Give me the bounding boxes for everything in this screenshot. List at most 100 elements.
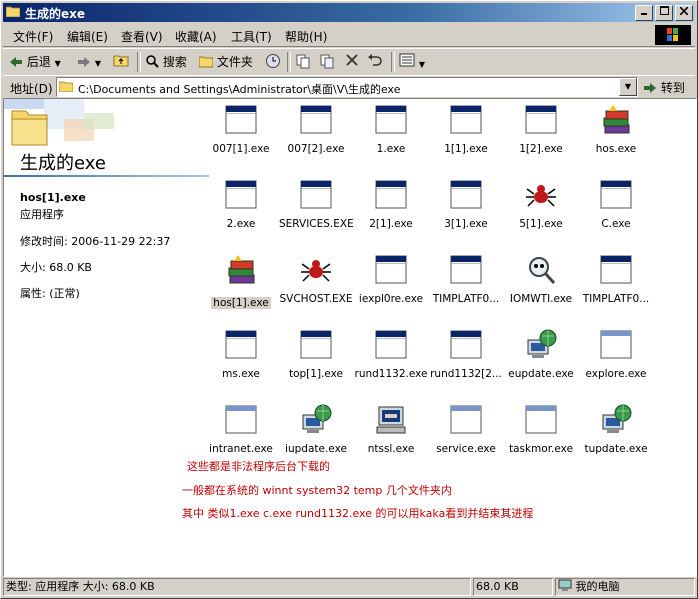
books-icon <box>224 253 258 287</box>
file-item[interactable]: tupdate.exe <box>579 403 653 455</box>
file-item[interactable]: intranet.exe <box>204 403 278 455</box>
address-input[interactable]: C:\Documents and Settings\Administrator\… <box>56 77 638 97</box>
file-item[interactable]: 007[1].exe <box>204 103 278 155</box>
address-dropdown-button[interactable]: ▼ <box>619 78 637 96</box>
copy-to-button[interactable] <box>319 53 335 71</box>
file-name-label: service.exe <box>436 443 496 455</box>
folders-icon <box>198 56 214 68</box>
menu-file[interactable]: 文件(F) <box>13 28 53 45</box>
search-button[interactable]: 搜索 <box>145 53 187 71</box>
file-item[interactable]: SERVICES.EXE <box>279 178 354 230</box>
maximize-button[interactable] <box>655 5 673 21</box>
file-item[interactable]: service.exe <box>429 403 503 455</box>
window-app-icon <box>599 178 633 212</box>
file-item[interactable]: 1.exe <box>354 103 428 155</box>
title-underline <box>4 175 209 177</box>
file-item[interactable]: TIMPLATF0... <box>429 253 503 305</box>
file-item[interactable]: 5[1].exe <box>504 178 578 230</box>
file-item[interactable]: IOMWTI.exe <box>504 253 578 305</box>
forward-button[interactable]: ▼ <box>77 53 101 71</box>
minimize-button[interactable] <box>635 5 653 21</box>
file-name-label: 5[1].exe <box>519 218 563 230</box>
window-app-icon <box>449 253 483 287</box>
my-computer-icon <box>558 579 572 591</box>
back-button[interactable]: 后退 ▼ <box>9 53 61 71</box>
file-name-label: tupdate.exe <box>584 443 648 455</box>
window-app-icon <box>224 328 258 362</box>
window-title: 生成的exe <box>25 7 86 21</box>
selected-file-size: 大小: 68.0 KB <box>20 261 92 274</box>
file-item[interactable]: ntssl.exe <box>354 403 428 455</box>
file-item[interactable]: 2.exe <box>204 178 278 230</box>
file-item[interactable]: SVCHOST.EXE <box>279 253 353 305</box>
toolbar-separator <box>137 52 141 72</box>
file-item[interactable]: 007[2].exe <box>279 103 353 155</box>
up-folder-button[interactable] <box>113 53 129 71</box>
folder-title: 生成的exe <box>20 153 106 174</box>
file-name-label: 2.exe <box>226 218 256 230</box>
status-location: 我的电脑 <box>555 578 695 596</box>
history-button[interactable] <box>265 53 281 71</box>
file-item[interactable]: iexpl0re.exe <box>354 253 428 305</box>
file-item[interactable]: TIMPLATF0... <box>579 253 653 305</box>
file-name-label: ntssl.exe <box>367 443 415 455</box>
note-line-3: 其中 类似1.exe c.exe rund1132.exe 的可以用kaka看到… <box>182 507 534 520</box>
file-item[interactable]: 1[1].exe <box>429 103 503 155</box>
selected-file-name: hos[1].exe <box>20 191 86 204</box>
close-button[interactable] <box>675 5 693 21</box>
file-name-label: taskmor.exe <box>508 443 574 455</box>
move-to-icon <box>296 54 310 69</box>
menu-favorites[interactable]: 收藏(A) <box>175 28 217 45</box>
file-name-label: explore.exe <box>585 368 647 380</box>
title-bar[interactable]: 生成的exe <box>3 3 695 22</box>
file-item[interactable]: 1[2].exe <box>504 103 578 155</box>
file-name-label: TIMPLATF0... <box>582 293 650 305</box>
file-item[interactable]: 2[1].exe <box>354 178 428 230</box>
file-item[interactable]: eupdate.exe <box>504 328 578 380</box>
file-item[interactable]: rund1132[2... <box>429 328 503 380</box>
menu-edit[interactable]: 编辑(E) <box>67 28 108 45</box>
file-item[interactable]: hos.exe <box>579 103 653 155</box>
search-label: 搜索 <box>162 55 187 69</box>
window-app-icon <box>224 178 258 212</box>
file-item[interactable]: rund1132.exe <box>354 328 428 380</box>
file-item[interactable]: hos[1].exe <box>204 253 278 309</box>
folder-icon <box>6 6 20 17</box>
selected-file-type: 应用程序 <box>20 208 64 221</box>
file-name-label: rund1132.exe <box>354 368 428 380</box>
window-app-icon <box>449 328 483 362</box>
views-button[interactable]: ▼ <box>399 53 425 71</box>
back-arrow-icon <box>10 57 22 67</box>
note-line-2: 一般都在系统的 winnt system32 temp 几个文件夹内 <box>182 484 452 497</box>
file-item[interactable]: explore.exe <box>579 328 653 380</box>
status-bar: 类型: 应用程序 大小: 68.0 KB 68.0 KB 我的电脑 <box>3 577 695 596</box>
file-name-label: 1[2].exe <box>519 143 563 155</box>
delete-button[interactable] <box>345 53 359 71</box>
menu-help[interactable]: 帮助(H) <box>285 28 327 45</box>
folders-button[interactable]: 文件夹 <box>198 53 253 71</box>
go-button[interactable]: 转到 <box>643 79 685 96</box>
move-to-button[interactable] <box>295 53 311 71</box>
blank-window-icon <box>524 403 558 437</box>
copy-to-icon <box>320 54 334 69</box>
blank-window-icon <box>449 403 483 437</box>
file-item[interactable]: top[1].exe <box>279 328 353 380</box>
window-app-icon <box>449 103 483 137</box>
window-app-icon <box>299 328 333 362</box>
address-bar: 地址(D) C:\Documents and Settings\Administ… <box>3 75 695 98</box>
go-label: 转到 <box>660 81 685 95</box>
close-icon <box>679 6 689 16</box>
menu-view[interactable]: 查看(V) <box>121 28 163 45</box>
file-item[interactable]: ms.exe <box>204 328 278 380</box>
file-name-label: intranet.exe <box>209 443 273 455</box>
menu-tools[interactable]: 工具(T) <box>231 28 272 45</box>
file-item[interactable]: 3[1].exe <box>429 178 503 230</box>
file-item[interactable]: iupdate.exe <box>279 403 353 455</box>
file-item[interactable]: taskmor.exe <box>504 403 578 455</box>
file-name-label: SERVICES.EXE <box>279 218 354 230</box>
file-name-label: 007[1].exe <box>212 143 270 155</box>
globe-computer-icon <box>599 403 633 437</box>
status-location-label: 我的电脑 <box>575 580 620 593</box>
undo-button[interactable] <box>367 53 383 71</box>
file-item[interactable]: C.exe <box>579 178 653 230</box>
